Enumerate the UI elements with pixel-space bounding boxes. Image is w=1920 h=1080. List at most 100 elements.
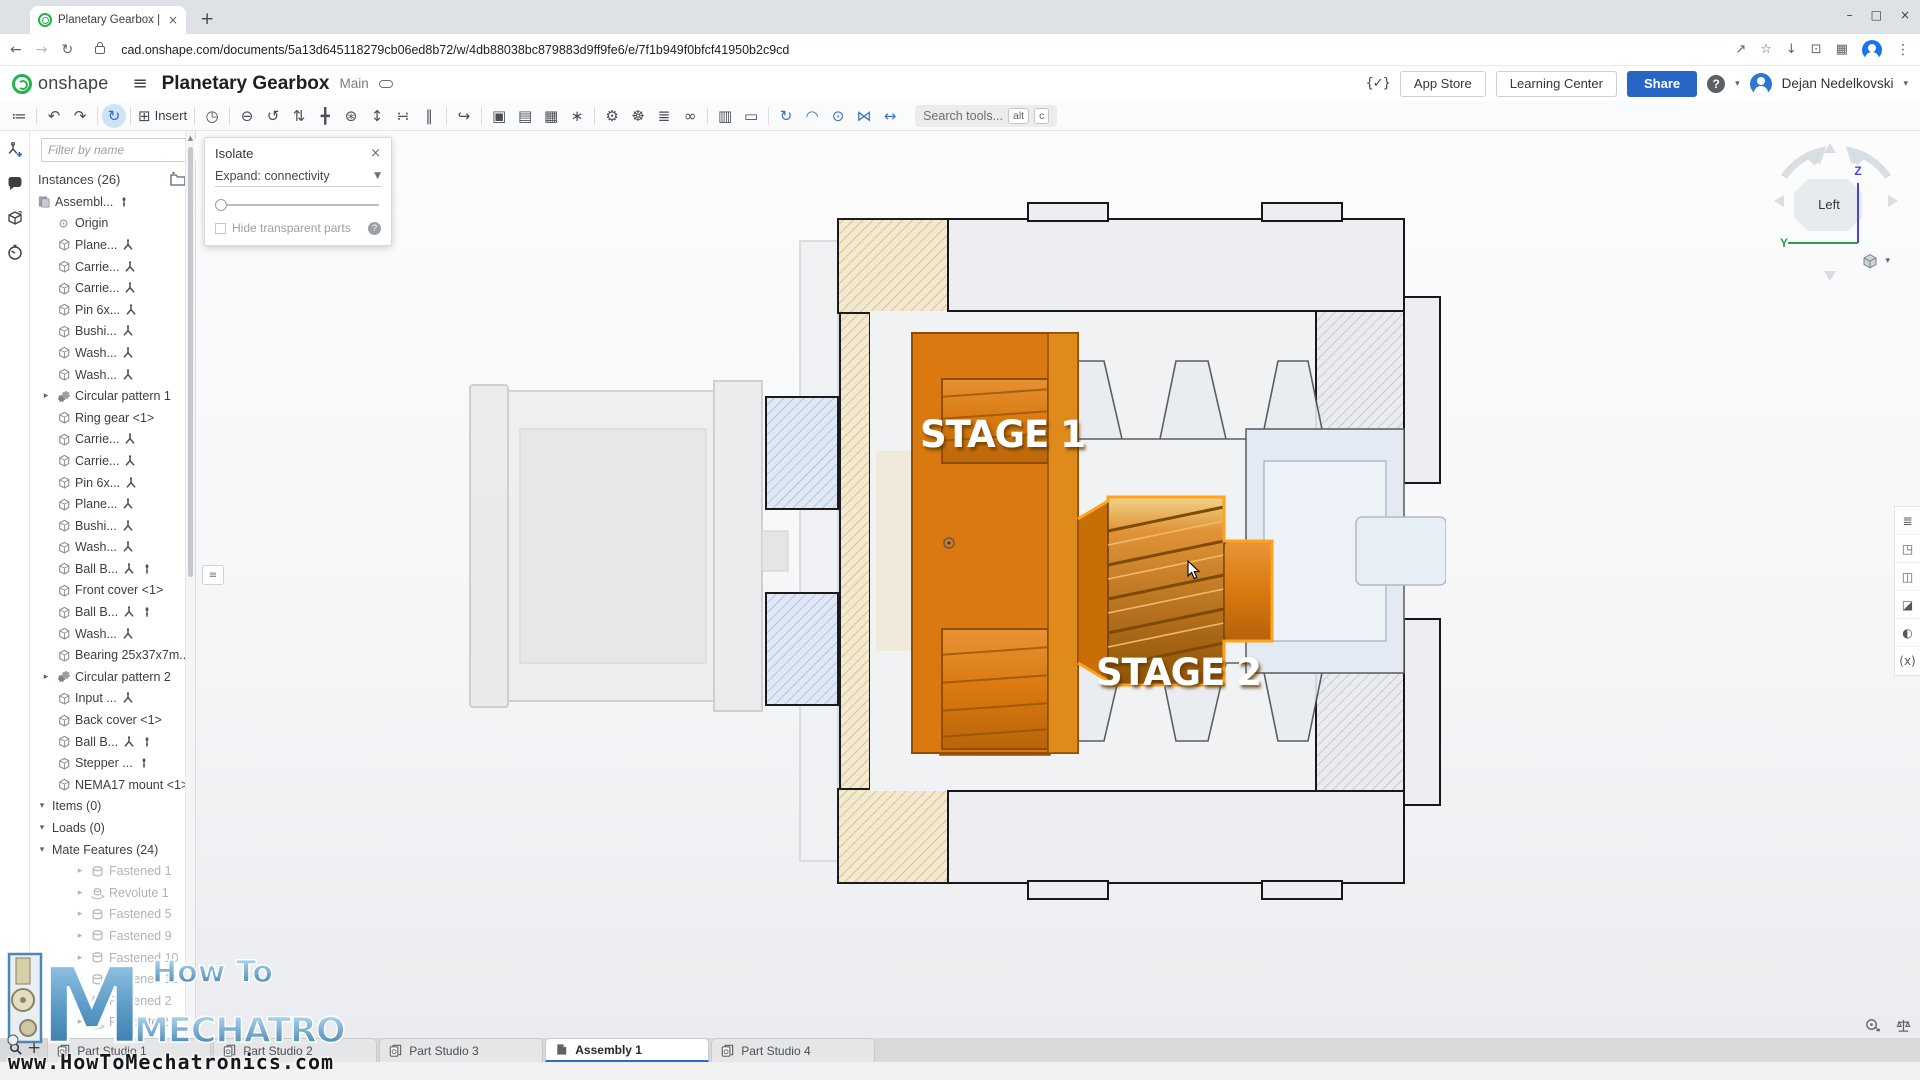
- nema17-mount-plate[interactable]: [800, 241, 838, 861]
- tree-item-fastened-5[interactable]: ▸Fastened 5: [30, 904, 185, 926]
- doc-tab-part-studio-1[interactable]: Part Studio 1: [47, 1038, 211, 1062]
- app-store-button[interactable]: App Store: [1400, 71, 1486, 97]
- tree-item-carrie[interactable]: Carrie...: [30, 277, 185, 299]
- rack-relation-icon[interactable]: ☸: [625, 104, 651, 128]
- tree-chevron-icon[interactable]: ▸: [74, 866, 86, 876]
- tree-item-bushi[interactable]: Bushi...: [30, 321, 185, 343]
- tree-section-mate-features-24[interactable]: ▾Mate Features (24): [30, 839, 185, 861]
- undo-button[interactable]: ↶: [41, 104, 67, 128]
- tree-chevron-icon[interactable]: ▸: [40, 391, 52, 401]
- view-menu-icon[interactable]: ≣: [1895, 507, 1920, 535]
- help-caret-icon[interactable]: ▾: [1735, 79, 1740, 89]
- mate-fastened-icon[interactable]: ⊖: [234, 104, 260, 128]
- tree-item-circular-pattern-2[interactable]: ▸Circular pattern 2: [30, 666, 185, 688]
- learning-center-button[interactable]: Learning Center: [1496, 71, 1617, 97]
- appearance-icon[interactable]: ◐: [1895, 619, 1920, 647]
- simulation-timer-icon[interactable]: [6, 243, 24, 261]
- tree-item-pin-6x[interactable]: Pin 6x...: [30, 299, 185, 321]
- tree-item-pin-6x[interactable]: Pin 6x...: [30, 472, 185, 494]
- mate-parallel-icon[interactable]: ∥: [416, 104, 442, 128]
- doc-tab-part-studio-3[interactable]: Part Studio 3: [379, 1038, 543, 1062]
- tree-item-input[interactable]: Input ...: [30, 688, 185, 710]
- mate-ball-icon[interactable]: ⊛: [338, 104, 364, 128]
- replicate-icon[interactable]: ▤: [512, 104, 538, 128]
- tab-search-icon[interactable]: [8, 1041, 23, 1056]
- isolate-close-icon[interactable]: ×: [370, 146, 381, 161]
- add-tab-button[interactable]: +: [27, 1038, 41, 1058]
- window-close-icon[interactable]: ×: [1900, 8, 1910, 22]
- animate-revolute-icon[interactable]: ↻: [773, 104, 799, 128]
- tree-item-bearing-25x37x7m[interactable]: Bearing 25x37x7m...: [30, 644, 185, 666]
- apps-grid-icon[interactable]: ▦: [1836, 42, 1848, 57]
- scroll-up-icon[interactable]: ▲: [186, 131, 195, 142]
- hidden-parts-icon[interactable]: ◪: [1895, 591, 1920, 619]
- browser-profile-avatar[interactable]: [1862, 40, 1882, 60]
- tree-item-wash[interactable]: Wash...: [30, 537, 185, 559]
- tree-item-back-cover-1[interactable]: Back cover <1>: [30, 709, 185, 731]
- comments-icon[interactable]: [6, 175, 24, 193]
- share-link-icon[interactable]: [379, 80, 393, 88]
- parts-help-icon[interactable]: [6, 209, 24, 227]
- tree-item-fastened-2[interactable]: ▸Fastened 2: [30, 990, 185, 1012]
- isolate-help-icon[interactable]: ?: [368, 222, 381, 235]
- tree-chevron-icon[interactable]: ▸: [74, 909, 86, 919]
- tree-item-fastened-10[interactable]: ▸Fastened 10: [30, 947, 185, 969]
- tree-item-fastened-11[interactable]: ▸Fastened 11: [30, 968, 185, 990]
- tree-item-wash[interactable]: Wash...: [30, 342, 185, 364]
- tree-item-carrie[interactable]: Carrie...: [30, 450, 185, 472]
- user-name[interactable]: Dejan Nedelkovski: [1782, 76, 1894, 91]
- branch-name[interactable]: Main: [339, 76, 368, 91]
- back-icon[interactable]: ←: [10, 42, 22, 58]
- doc-tab-part-studio-4[interactable]: Part Studio 4: [711, 1038, 875, 1062]
- animate-ball-icon[interactable]: ⊙: [825, 104, 851, 128]
- window-restore-icon[interactable]: □: [1871, 8, 1882, 22]
- document-menu-icon[interactable]: ≡: [132, 73, 147, 94]
- tree-item-revolute-1[interactable]: ▸Revolute 1: [30, 882, 185, 904]
- onshape-logo[interactable]: onshape: [12, 73, 108, 94]
- tree-item-carrie[interactable]: Carrie...: [30, 429, 185, 451]
- tree-item-circular-pattern-1[interactable]: ▸Circular pattern 1: [30, 385, 185, 407]
- view-cube-icon[interactable]: ◳: [1895, 535, 1920, 563]
- tree-item-plane[interactable]: Plane...: [30, 493, 185, 515]
- reload-icon[interactable]: ↻: [61, 42, 73, 58]
- new-tab-button[interactable]: +: [200, 9, 214, 29]
- search-tools[interactable]: Search tools... alt c: [915, 105, 1057, 127]
- view-cube-menu[interactable]: ▾: [1860, 251, 1890, 271]
- update-sync-button[interactable]: ↻: [102, 104, 126, 128]
- history-icon[interactable]: ◷: [199, 104, 225, 128]
- pattern-icon[interactable]: ▦: [538, 104, 564, 128]
- tree-item-carrie[interactable]: Carrie...: [30, 256, 185, 278]
- insert-button[interactable]: ⊞Insert: [135, 104, 190, 128]
- slider-handle[interactable]: [215, 199, 227, 211]
- tree-item-nema17-mount-1[interactable]: NEMA17 mount <1>: [30, 774, 185, 796]
- tree-chevron-icon[interactable]: ▸: [74, 974, 86, 984]
- tree-chevron-icon[interactable]: ▾: [36, 823, 48, 833]
- animate-gear-icon[interactable]: ⋈: [851, 104, 877, 128]
- tree-chevron-icon[interactable]: ▸: [40, 672, 52, 682]
- browser-tab[interactable]: Planetary Gearbox | Assembly 1 ×: [30, 6, 186, 34]
- tree-item-fastened-1[interactable]: ▸Fastened 1: [30, 860, 185, 882]
- tree-chevron-icon[interactable]: ▾: [36, 801, 48, 811]
- tree-chevron-icon[interactable]: ▸: [74, 888, 86, 898]
- tree-item-ball-b[interactable]: Ball B...: [30, 731, 185, 753]
- user-caret-icon[interactable]: ▾: [1903, 79, 1908, 89]
- tree-section-loads-0[interactable]: ▾Loads (0): [30, 817, 185, 839]
- explode-icon[interactable]: ∗: [564, 104, 590, 128]
- tree-item-revolute-2[interactable]: ▸Revolute 2: [30, 1012, 185, 1034]
- mate-connector-tool-icon[interactable]: [6, 141, 24, 159]
- tree-item-ball-b[interactable]: Ball B...: [30, 601, 185, 623]
- tree-item-wash[interactable]: Wash...: [30, 364, 185, 386]
- belt-relation-icon[interactable]: ∞: [677, 104, 703, 128]
- linked-document-icon[interactable]: ↪: [451, 104, 477, 128]
- model-canvas[interactable]: Isolate × Expand: connectivity ▼ Hide tr…: [196, 131, 1920, 1038]
- assembly-structure-icon[interactable]: ≔: [6, 104, 32, 128]
- scrollbar-thumb[interactable]: [188, 147, 193, 577]
- browser-share-icon[interactable]: ↗: [1735, 42, 1746, 57]
- isolate-distance-slider[interactable]: [215, 199, 381, 211]
- tree-item-origin[interactable]: Origin: [30, 213, 185, 235]
- isolate-expand-dropdown[interactable]: Expand: connectivity ▼: [215, 169, 381, 187]
- hide-transparent-checkbox[interactable]: [215, 223, 226, 234]
- animate-slider-icon[interactable]: ↔: [877, 104, 903, 128]
- tree-scrollbar[interactable]: ▲: [185, 131, 195, 1038]
- stepper-motor[interactable]: [470, 381, 788, 711]
